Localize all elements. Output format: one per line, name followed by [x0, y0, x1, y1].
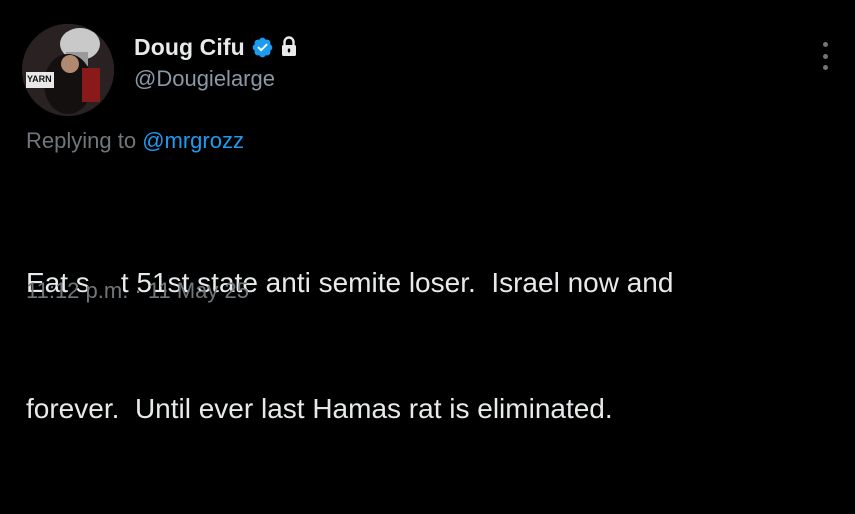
avatar-sign-text: YARN	[27, 74, 52, 84]
display-name[interactable]: Doug Cifu	[134, 34, 245, 61]
more-dot	[822, 53, 828, 59]
tweet-text-line: forever. Until ever last Hamas rat is el…	[26, 393, 613, 424]
more-dot	[822, 65, 828, 70]
avatar-image: YARN	[22, 24, 114, 116]
lock-icon	[281, 36, 296, 56]
more-dot	[822, 42, 828, 47]
tweet-timestamp[interactable]: 11:12 p.m. · 11 May 25	[26, 278, 249, 304]
name-row: Doug Cifu	[134, 30, 298, 64]
reply-mention-link[interactable]: @mrgrozz	[142, 128, 244, 153]
verified-badge-icon[interactable]	[251, 36, 274, 59]
replying-to-label: Replying to	[26, 128, 143, 153]
tweet-text: Eat s t 51st state anti semite loser. Is…	[26, 178, 826, 514]
more-options-icon[interactable]	[821, 42, 829, 70]
user-handle[interactable]: @Dougielarge	[134, 66, 275, 92]
avatar[interactable]: YARN	[22, 24, 114, 116]
replying-to: Replying to @mrgrozz	[26, 128, 244, 154]
tweet-card: YARN Doug Cifu @Dougielarge Replying to …	[0, 0, 855, 424]
